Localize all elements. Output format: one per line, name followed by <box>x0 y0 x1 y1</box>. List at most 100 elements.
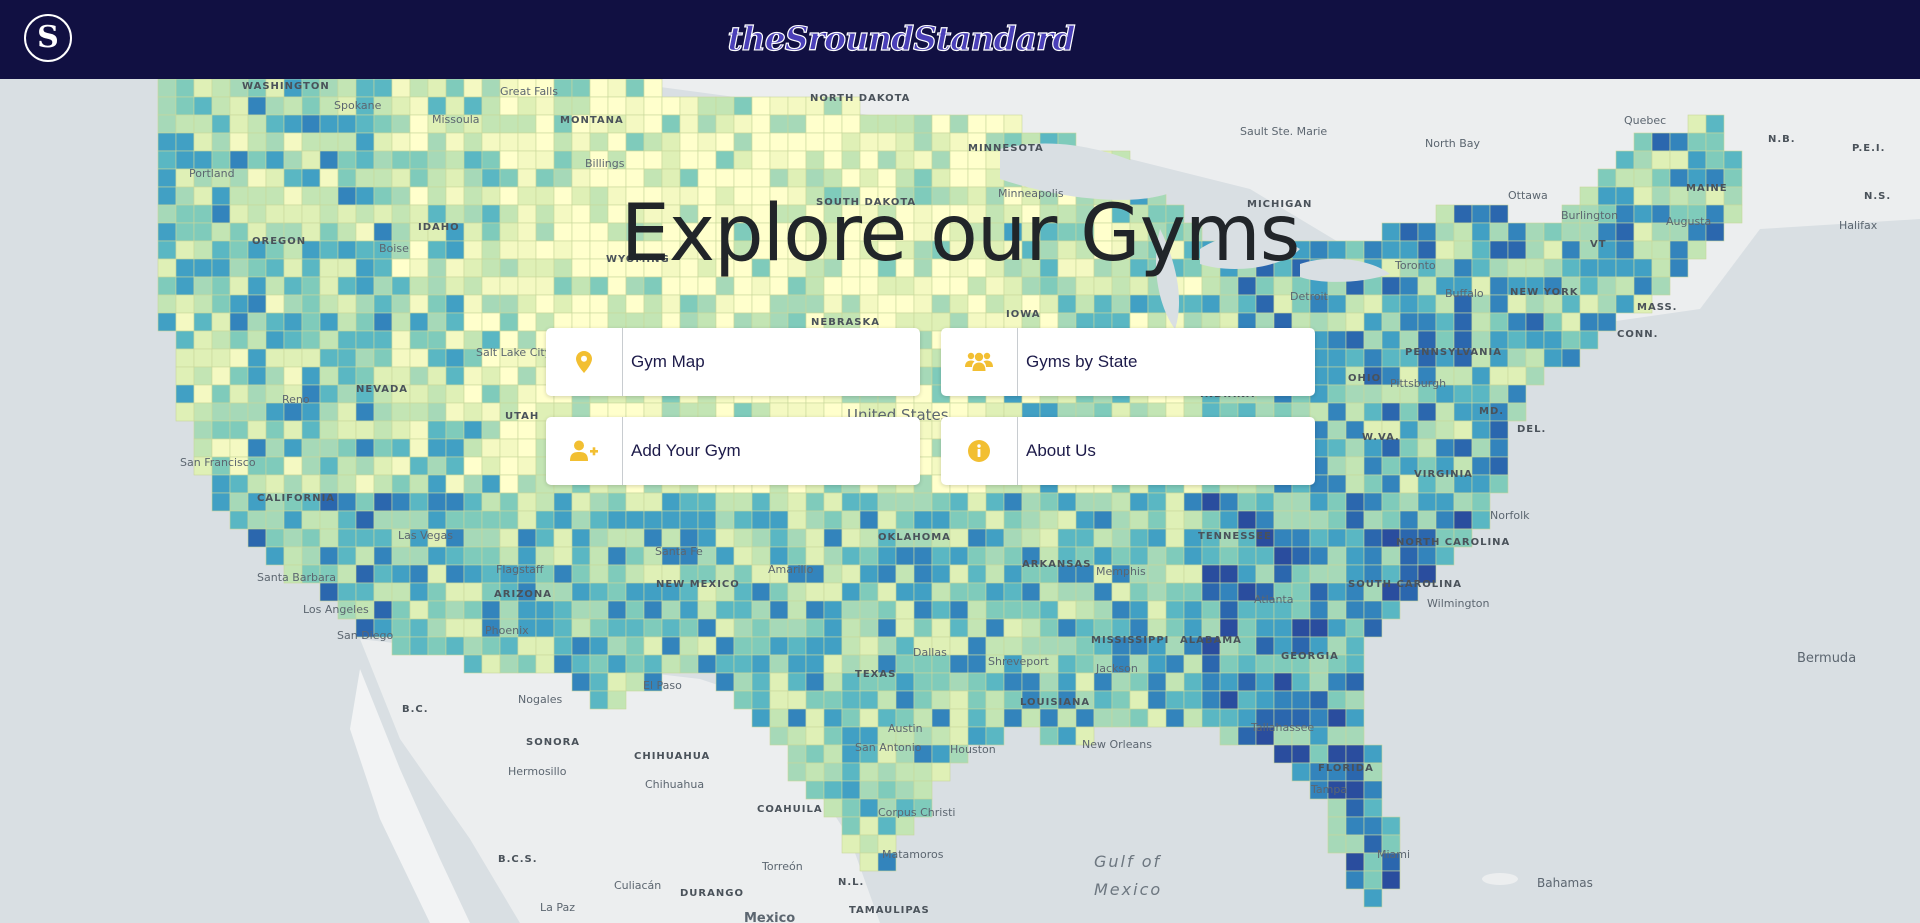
county-cell <box>877 582 897 602</box>
county-cell <box>1381 816 1401 836</box>
county-cell <box>229 474 249 494</box>
county-cell <box>1597 258 1617 278</box>
county-cell <box>391 186 411 206</box>
county-cell <box>697 654 717 674</box>
county-cell <box>409 132 429 152</box>
map-label: Quebec <box>1624 114 1667 127</box>
county-cell <box>841 546 861 566</box>
county-cell <box>877 564 897 584</box>
county-cell <box>823 150 843 170</box>
county-cell <box>1453 438 1473 458</box>
map-label: Santa Barbara <box>257 571 337 584</box>
county-cell <box>1345 726 1365 746</box>
add-your-gym-button[interactable]: Add Your Gym <box>546 417 920 485</box>
county-cell <box>715 492 735 512</box>
county-cell <box>445 384 465 404</box>
county-cell <box>607 546 627 566</box>
county-cell <box>1417 294 1437 314</box>
county-cell <box>967 114 987 134</box>
county-cell <box>877 276 897 296</box>
county-cell <box>1165 492 1185 512</box>
home-logo-button[interactable]: S <box>24 14 72 62</box>
county-cell <box>373 348 393 368</box>
county-cell <box>499 420 519 440</box>
county-cell <box>535 150 555 170</box>
county-cell <box>1201 690 1221 710</box>
county-cell <box>733 150 753 170</box>
county-cell <box>913 618 933 638</box>
county-cell <box>661 114 681 134</box>
county-cell <box>1237 654 1257 674</box>
county-cell <box>1183 672 1203 692</box>
county-cell <box>391 330 411 350</box>
brand-wordmark[interactable]: theSroundStandard <box>720 10 1082 66</box>
county-cell <box>391 546 411 566</box>
county-cell <box>337 186 357 206</box>
county-cell <box>283 168 303 188</box>
county-cell <box>1327 492 1347 512</box>
map-label: San Antonio <box>855 741 922 754</box>
county-cell <box>607 528 627 548</box>
county-cell <box>679 510 699 530</box>
map-label: NEW YORK <box>1510 287 1579 298</box>
county-cell <box>841 816 861 836</box>
county-cell <box>1165 672 1185 692</box>
county-cell <box>355 474 375 494</box>
county-cell <box>1615 168 1635 188</box>
county-cell <box>481 79 501 98</box>
county-cell <box>661 294 681 314</box>
map-label: San Diego <box>337 629 394 642</box>
county-cell <box>463 258 483 278</box>
county-cell <box>1525 366 1545 386</box>
county-cell <box>589 276 609 296</box>
map-label: GEORGIA <box>1281 651 1339 662</box>
county-cell <box>733 492 753 512</box>
county-cell <box>589 636 609 656</box>
gyms-by-state-button[interactable]: Gyms by State <box>941 328 1315 396</box>
county-cell <box>445 204 465 224</box>
county-cell <box>841 510 861 530</box>
county-cell <box>787 150 807 170</box>
county-cell <box>1111 546 1131 566</box>
county-cell <box>409 276 429 296</box>
county-cell <box>1669 258 1689 278</box>
county-cell <box>427 582 447 602</box>
county-cell <box>607 618 627 638</box>
county-cell <box>823 690 843 710</box>
county-cell <box>193 222 213 242</box>
county-cell <box>1327 744 1347 764</box>
county-cell <box>553 528 573 548</box>
county-cell <box>823 618 843 638</box>
county-cell <box>337 438 357 458</box>
county-cell <box>895 168 915 188</box>
about-us-button[interactable]: About Us <box>941 417 1315 485</box>
county-cell <box>481 366 501 386</box>
county-cell <box>211 348 231 368</box>
county-cell <box>1363 474 1383 494</box>
county-cell <box>211 240 231 260</box>
county-cell <box>931 618 951 638</box>
county-cell <box>841 618 861 638</box>
county-cell <box>1039 294 1059 314</box>
county-cell <box>1003 564 1023 584</box>
county-cell <box>445 636 465 656</box>
county-cell <box>517 654 537 674</box>
county-cell <box>769 276 789 296</box>
county-cell <box>355 438 375 458</box>
county-cell <box>193 330 213 350</box>
gym-map-button[interactable]: Gym Map <box>546 328 920 396</box>
county-cell <box>247 474 267 494</box>
county-cell <box>1489 204 1509 224</box>
county-cell <box>373 546 393 566</box>
county-cell <box>607 564 627 584</box>
county-cell <box>967 582 987 602</box>
county-cell <box>1471 492 1491 512</box>
county-cell <box>301 474 321 494</box>
county-cell <box>1219 582 1239 602</box>
county-cell <box>463 600 483 620</box>
county-cell <box>823 492 843 512</box>
county-cell <box>733 168 753 188</box>
county-cell <box>625 96 645 116</box>
county-cell <box>1507 312 1527 332</box>
county-cell <box>841 690 861 710</box>
